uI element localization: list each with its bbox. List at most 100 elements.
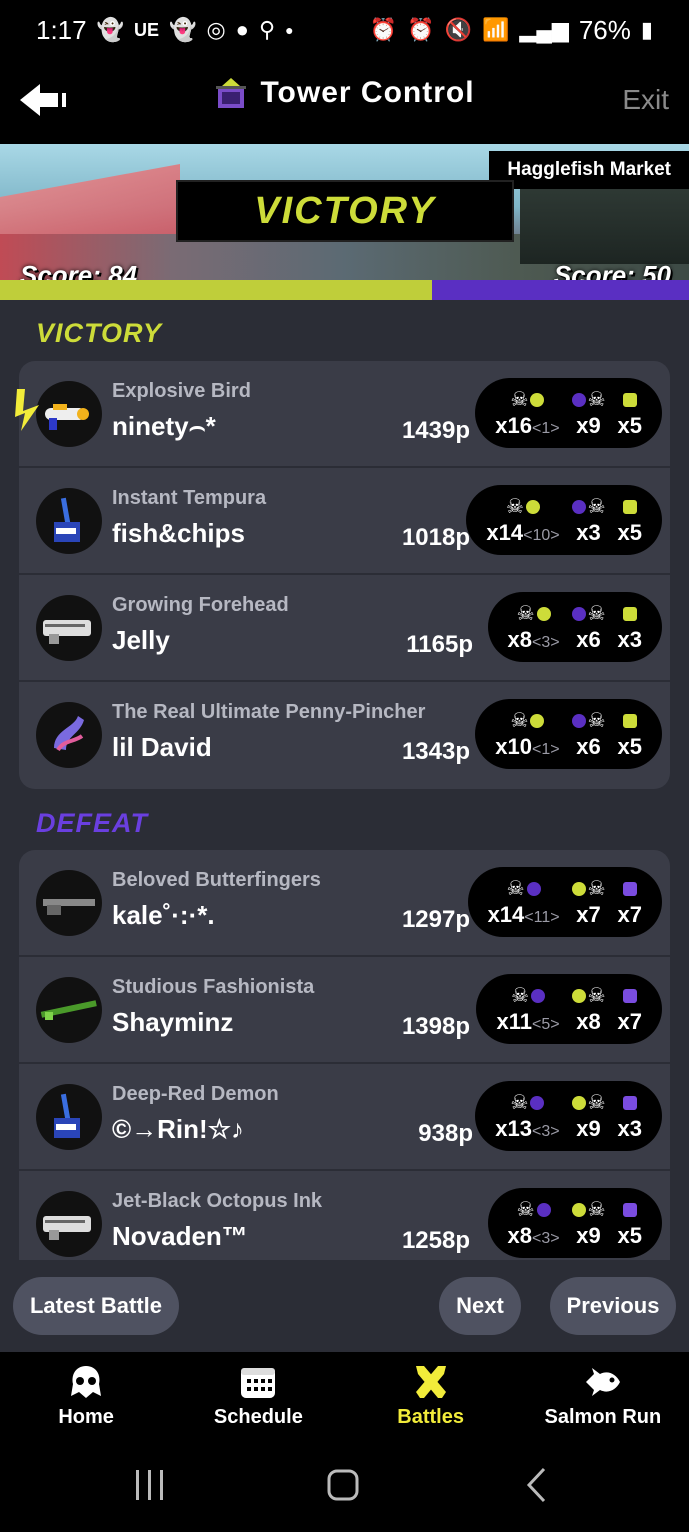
specials-value: x3 [576, 520, 601, 545]
specials-value: x9 [576, 1223, 601, 1248]
player-points: 1165p [406, 631, 473, 658]
special-count-value: x3 [617, 1116, 642, 1141]
special-icon: ☠ [571, 1197, 606, 1223]
special-count-stat: x3 [618, 1090, 642, 1142]
player-stats: ☠ x8<3> ☠ x6 x3 [487, 592, 662, 662]
self-marker-icon [15, 389, 39, 431]
specials-stat: ☠ x9 [571, 387, 606, 439]
assists-value: <3> [531, 1230, 560, 1247]
special-icon: ☠ [571, 387, 606, 413]
player-stats: ☠ x11<5> ☠ x8 x7 [476, 974, 662, 1044]
top-nav: Tower Control Exit [0, 60, 689, 144]
kills-value: x14 [487, 902, 525, 927]
calendar-icon [241, 1367, 276, 1398]
battle-content[interactable]: VICTORY Explosive Bird ninety⌢* 1439p ☠ … [0, 300, 689, 1278]
specials-stat: ☠ x3 [571, 494, 606, 546]
player-title: Growing Forehead [112, 594, 289, 616]
special-count-stat: x5 [618, 494, 642, 546]
tab-schedule[interactable]: Schedule [172, 1352, 344, 1440]
splatling-icon [36, 595, 102, 661]
charger-icon [36, 870, 102, 936]
player-stats: ☠ x14<10> ☠ x3 x5 [466, 485, 662, 555]
tab-battles[interactable]: Battles [345, 1352, 517, 1440]
player-row[interactable]: Instant Tempura fish&chips 1018p ☠ x14<1… [19, 468, 670, 575]
kills-value: x8 [507, 627, 532, 652]
home-nav-icon[interactable] [326, 1468, 360, 1502]
bamboozler-icon [36, 977, 102, 1043]
kills-stat: ☠ x16<1> [495, 387, 559, 439]
assists-value: <1> [531, 420, 560, 437]
tab-label: Home [58, 1405, 114, 1428]
player-row[interactable]: Beloved Butterfingers kale˚·:·*. 1297p ☠… [19, 850, 670, 957]
special-count-stat: x3 [618, 601, 642, 653]
inkbrush-icon [36, 1084, 102, 1150]
kills-value: x16 [495, 413, 532, 438]
special-count-stat: x5 [618, 387, 642, 439]
special-count-value: x7 [617, 902, 642, 927]
tab-label: Battles [397, 1405, 464, 1428]
special-icon: ☠ [571, 601, 606, 627]
player-row[interactable]: Deep-Red Demon ©→Rin!☆♪ 938p ☠ x13<3> ☠ … [19, 1064, 670, 1171]
special-count-value: x5 [617, 1223, 642, 1248]
battery-icon: ▮ [640, 17, 653, 42]
player-title: Beloved Butterfingers [112, 869, 321, 891]
title-text: Tower Control [260, 76, 475, 109]
result-banner: VICTORY [176, 180, 514, 242]
assists-value: <5> [531, 1016, 560, 1033]
tower-control-icon [216, 78, 247, 108]
stage-banner: Hagglefish Market VICTORY Score: 84 Scor… [0, 144, 689, 300]
kills-stat: ☠ x8<3> [508, 1197, 560, 1249]
tab-home[interactable]: Home [0, 1352, 172, 1440]
special-icon: ☠ [571, 876, 606, 902]
special-weapon-icon [622, 494, 637, 520]
wifi-icon: 📶 [482, 17, 510, 42]
player-name: ©→Rin!☆♪ [112, 1114, 245, 1144]
recent-apps-icon[interactable] [134, 1468, 166, 1504]
latest-battle-button[interactable]: Latest Battle [13, 1277, 179, 1335]
banner-scenery [520, 184, 689, 264]
previous-button[interactable]: Previous [550, 1277, 676, 1335]
player-row[interactable]: Growing Forehead Jelly 1165p ☠ x8<3> ☠ x… [19, 575, 670, 682]
instagram-icon: ◎ [206, 17, 226, 42]
kill-icon: ☠ [517, 601, 551, 627]
player-name: fish&chips [112, 518, 245, 548]
dot-icon: ● [285, 22, 294, 38]
battery-level: 76% [578, 14, 631, 45]
special-count-stat: x5 [618, 708, 642, 760]
stage-name: Hagglefish Market [489, 151, 689, 189]
account-icon: ● [235, 17, 249, 42]
specials-stat: ☠ x9 [571, 1090, 606, 1142]
special-icon: ☠ [571, 494, 606, 520]
player-title: The Real Ultimate Penny-Pincher [112, 701, 426, 723]
special-count-stat: x5 [618, 1197, 642, 1249]
next-button[interactable]: Next [439, 1277, 521, 1335]
kill-icon: ☠ [510, 387, 545, 413]
kills-stat: ☠ x8<3> [508, 601, 560, 653]
specials-value: x6 [576, 734, 601, 759]
tab-salmon-run[interactable]: Salmon Run [517, 1352, 689, 1440]
snapchat-icon: 👻 [96, 17, 125, 42]
special-count-value: x5 [617, 520, 642, 545]
battles-icon [415, 1365, 446, 1398]
kills-stat: ☠ x13<3> [495, 1090, 559, 1142]
player-row[interactable]: Explosive Bird ninety⌢* 1439p ☠ x16<1> ☠… [15, 361, 670, 468]
special-icon: ☠ [571, 983, 606, 1009]
player-name: Jelly [112, 625, 170, 655]
kills-value: x14 [486, 520, 524, 545]
kill-icon: ☠ [506, 494, 540, 520]
player-row[interactable]: The Real Ultimate Penny-Pincher lil Davi… [19, 682, 670, 789]
special-count-stat: x7 [618, 983, 642, 1035]
assists-value: <1> [531, 741, 560, 758]
victory-heading: VICTORY [36, 318, 163, 348]
player-points: 1439p [401, 417, 470, 444]
player-row[interactable]: Studious Fashionista Shayminz 1398p ☠ x1… [19, 957, 670, 1064]
back-nav-icon[interactable] [524, 1466, 548, 1504]
system-nav-bar [0, 1440, 689, 1532]
score-bar-bravo [432, 280, 689, 300]
player-stats: ☠ x10<1> ☠ x6 x5 [475, 699, 662, 769]
exit-button[interactable]: Exit [622, 84, 669, 116]
player-stats: ☠ x13<3> ☠ x9 x3 [475, 1081, 662, 1151]
special-weapon-icon [622, 1090, 637, 1116]
defeat-heading: DEFEAT [36, 808, 148, 838]
player-name: ninety⌢* [112, 411, 216, 441]
